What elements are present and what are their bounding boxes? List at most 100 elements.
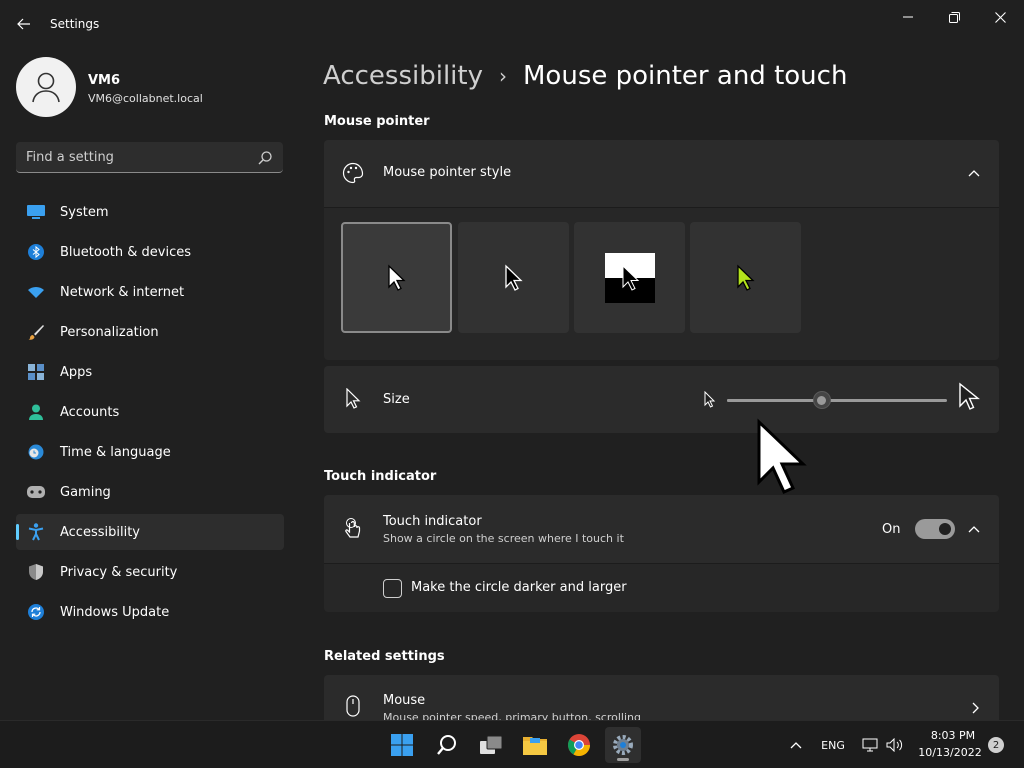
sidebar-item-windows-update[interactable]: Windows Update: [16, 594, 284, 630]
pointer-style-white[interactable]: [341, 222, 452, 333]
task-view-button[interactable]: [473, 727, 509, 763]
pointer-style-black[interactable]: [458, 222, 569, 333]
search-box[interactable]: [16, 142, 283, 173]
section-title-touch-indicator: Touch indicator: [324, 469, 437, 484]
section-title-related-settings: Related settings: [324, 649, 445, 664]
touch-indicator-toggle[interactable]: [915, 519, 955, 539]
sidebar-item-gaming[interactable]: Gaming: [16, 474, 284, 510]
sidebar-item-label: Gaming: [60, 484, 111, 500]
gear-icon: [613, 735, 633, 755]
pointer-size-card: Size: [324, 366, 999, 433]
bluetooth-icon: [27, 244, 45, 260]
darker-circle-label: Make the circle darker and larger: [411, 580, 627, 595]
brush-icon: [27, 324, 45, 340]
wifi-icon: [27, 284, 45, 300]
search-icon[interactable]: [257, 150, 273, 166]
start-button[interactable]: [384, 727, 420, 763]
chrome-icon: [568, 734, 590, 756]
mouse-settings-card[interactable]: Mouse Mouse pointer speed, primary butto…: [324, 675, 999, 720]
sidebar-item-label: Network & internet: [60, 284, 185, 300]
close-icon: [994, 11, 1006, 23]
breadcrumb-separator: ›: [499, 64, 507, 88]
network-icon[interactable]: [862, 735, 878, 755]
sidebar-item-accessibility[interactable]: Accessibility: [16, 514, 284, 550]
minimize-button[interactable]: [886, 4, 930, 30]
mouse-settings-subtitle: Mouse pointer speed, primary button, scr…: [383, 711, 641, 720]
clock-date[interactable]: 10/13/2022: [912, 746, 988, 759]
sidebar-item-bluetooth[interactable]: Bluetooth & devices: [16, 234, 284, 270]
chevron-up-icon[interactable]: [966, 165, 982, 181]
person-icon: [27, 404, 45, 420]
sidebar-item-accounts[interactable]: Accounts: [16, 394, 284, 430]
darker-circle-checkbox[interactable]: [383, 579, 402, 598]
show-hidden-icons-button[interactable]: [790, 735, 802, 755]
shield-icon: [27, 564, 45, 580]
toggle-knob: [939, 523, 951, 535]
person-icon: [32, 72, 60, 103]
sidebar-item-time-language[interactable]: Time & language: [16, 434, 284, 470]
user-profile[interactable]: VM6 VM6@collabnet.local: [16, 57, 286, 117]
sidebar-item-label: Accounts: [60, 404, 120, 420]
monitor-icon: [27, 204, 45, 220]
update-icon: [27, 604, 45, 620]
darker-circle-row: Make the circle darker and larger: [324, 563, 999, 612]
white-cursor-icon: [387, 263, 406, 291]
mouse-settings-title: Mouse: [383, 693, 426, 708]
slider-fill: [727, 399, 822, 402]
search-input[interactable]: [26, 148, 246, 166]
pointer-style-options: [324, 207, 999, 360]
user-name: VM6: [88, 73, 121, 88]
taskbar-search-button[interactable]: [429, 727, 465, 763]
sidebar-item-label: Privacy & security: [60, 564, 178, 580]
pointer-style-custom[interactable]: [690, 222, 801, 333]
search-icon: [437, 735, 456, 755]
restore-icon: [948, 11, 960, 23]
pointer-icon: [342, 388, 364, 410]
palette-icon: [342, 162, 364, 184]
section-title-mouse-pointer: Mouse pointer: [324, 114, 430, 129]
settings-app-button[interactable]: [605, 727, 641, 763]
notification-badge[interactable]: 2: [988, 737, 1004, 753]
sidebar-item-privacy[interactable]: Privacy & security: [16, 554, 284, 590]
sidebar-item-personalization[interactable]: Personalization: [16, 314, 284, 350]
custom-cursor-icon: [736, 263, 755, 291]
breadcrumb-parent[interactable]: Accessibility: [323, 61, 483, 91]
back-button[interactable]: [10, 10, 38, 38]
sidebar-item-system[interactable]: System: [16, 194, 284, 230]
sidebar-item-network[interactable]: Network & internet: [16, 274, 284, 310]
touch-hand-icon: [342, 517, 364, 539]
inverted-cursor-icon: [604, 252, 655, 303]
chrome-button[interactable]: [561, 727, 597, 763]
sidebar-nav: System Bluetooth & devices Network & int…: [16, 194, 284, 634]
chevron-up-icon[interactable]: [966, 521, 982, 537]
pointer-size-slider[interactable]: [727, 391, 947, 409]
mouse-icon: [342, 695, 364, 717]
restore-button[interactable]: [932, 4, 976, 30]
sidebar-item-label: Bluetooth & devices: [60, 244, 191, 260]
sidebar-item-label: Windows Update: [60, 604, 170, 620]
sidebar-item-apps[interactable]: Apps: [16, 354, 284, 390]
input-language-indicator[interactable]: ENG: [820, 735, 846, 755]
touch-indicator-subtitle: Show a circle on the screen where I touc…: [383, 532, 624, 545]
sidebar-item-label: Time & language: [60, 444, 171, 460]
sidebar-item-label: System: [60, 204, 109, 220]
close-button[interactable]: [978, 4, 1022, 30]
avatar: [16, 57, 76, 117]
touch-indicator-card[interactable]: Touch indicator Show a circle on the scr…: [324, 495, 999, 563]
touch-indicator-title: Touch indicator: [383, 514, 482, 529]
pointer-style-inverted[interactable]: [574, 222, 685, 333]
chevron-right-icon[interactable]: [968, 700, 984, 716]
mouse-pointer-style-card[interactable]: Mouse pointer style: [324, 140, 999, 207]
black-cursor-icon: [504, 263, 523, 291]
page-title: Mouse pointer and touch: [523, 61, 848, 91]
volume-icon[interactable]: [886, 735, 904, 755]
clock-time[interactable]: 8:03 PM: [918, 729, 988, 742]
sidebar-item-label: Apps: [60, 364, 93, 380]
minimize-icon: [903, 16, 913, 18]
file-explorer-button[interactable]: [517, 727, 553, 763]
slider-thumb[interactable]: [812, 391, 831, 409]
taskbar: ENG 8:03 PM 10/13/2022 2: [0, 720, 1024, 768]
pointer-size-label: Size: [383, 392, 410, 407]
small-pointer-icon: [704, 390, 716, 413]
sidebar-item-label: Personalization: [60, 324, 159, 340]
